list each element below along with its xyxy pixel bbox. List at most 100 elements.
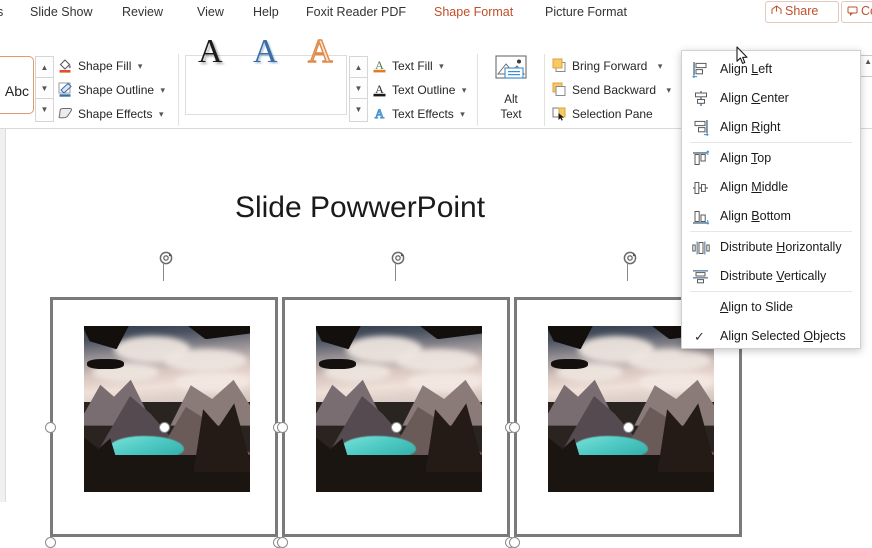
slide-title[interactable]: Slide PowwerPoint — [0, 191, 720, 225]
handle-2-tc[interactable] — [391, 422, 402, 433]
chevron-down-icon[interactable]: ▾ — [439, 55, 444, 77]
pen-outline-icon — [57, 81, 74, 98]
chevron-down-icon[interactable]: ▾ — [159, 103, 164, 125]
menu-item-distribute-horizontally[interactable]: Distribute Horizontally — [682, 233, 860, 262]
selection-pane-icon — [551, 105, 568, 122]
wordart-more-button[interactable]: ▼ — [349, 98, 368, 122]
text-effects-icon: A — [371, 105, 388, 122]
handle-2-tl[interactable] — [277, 422, 288, 433]
menu-item-align-middle[interactable]: Align Middle — [682, 173, 860, 202]
rotation-stem-3 — [627, 264, 629, 281]
menu-item-label: Distribute Vertically — [720, 269, 827, 283]
align-middle-icon — [692, 179, 710, 197]
handle-2-ml[interactable] — [277, 537, 288, 548]
alt-text-image-icon — [492, 55, 530, 91]
chevron-down-icon[interactable]: ▾ — [462, 79, 467, 101]
mouse-cursor — [736, 46, 749, 66]
shape-effects-button[interactable]: Shape Effects ▾ — [57, 103, 164, 125]
text-outline-button[interactable]: A Text Outline ▾ — [371, 79, 466, 101]
handle-1-tl[interactable] — [45, 422, 56, 433]
send-backward-icon — [551, 81, 568, 98]
ribbon-divider — [544, 54, 545, 126]
rotate-handle-1[interactable] — [158, 250, 174, 266]
chevron-down-icon[interactable]: ▾ — [658, 55, 663, 77]
menu-item-label: Align Center — [720, 91, 789, 105]
rotate-handle-2[interactable] — [390, 250, 406, 266]
rotation-stem-1 — [163, 264, 165, 281]
svg-text:A: A — [375, 106, 385, 121]
handle-3-ml[interactable] — [509, 537, 520, 548]
send-backward-button[interactable]: Send Backward ▾ — [551, 79, 671, 101]
menu-item-label: Align Bottom — [720, 209, 791, 223]
tab-review[interactable]: Review — [122, 2, 163, 22]
shape-effects-icon — [57, 105, 74, 122]
handle-1-ml[interactable] — [45, 537, 56, 548]
tab-picture-format[interactable]: Picture Format — [545, 2, 627, 22]
menu-item-align-left[interactable]: Align Left — [682, 55, 860, 84]
bring-forward-icon — [551, 57, 568, 74]
menu-separator — [690, 142, 852, 143]
rotation-stem-2 — [395, 264, 397, 281]
selection-pane-button[interactable]: Selection Pane — [551, 103, 653, 125]
gallery-more-button[interactable]: ▼ — [35, 98, 54, 122]
align-center-icon — [692, 90, 710, 108]
wordart-sample-3[interactable]: A — [307, 33, 333, 70]
height-spinner-up[interactable]: ▲ — [864, 57, 872, 66]
comment-icon — [847, 3, 858, 21]
align-top-icon — [692, 150, 710, 168]
shape-style-sample: Abc — [4, 83, 29, 99]
menu-separator — [690, 231, 852, 232]
alt-text-label-line2: Text — [500, 109, 522, 121]
chevron-down-icon[interactable]: ▾ — [138, 55, 143, 77]
handle-3-tl[interactable] — [509, 422, 520, 433]
chevron-down-icon[interactable]: ▾ — [667, 79, 672, 101]
text-effects-button[interactable]: A Text Effects ▾ — [371, 103, 465, 125]
menu-item-label: Align Middle — [720, 180, 789, 194]
share-button[interactable]: Share — [765, 1, 839, 23]
menu-item-label: Distribute Horizontally — [720, 240, 842, 254]
wordart-sample-1[interactable]: A — [198, 34, 223, 70]
powerpoint-window: s Slide Show Review View Help Foxit Read… — [0, 0, 872, 548]
menu-item-align-top[interactable]: Align Top — [682, 144, 860, 173]
shape-fill-button[interactable]: Shape Fill ▾ — [57, 55, 142, 77]
canvas-left-gutter — [0, 129, 6, 502]
ribbon-divider — [477, 54, 478, 126]
handle-1-tc[interactable] — [159, 422, 170, 433]
chevron-down-icon[interactable]: ▾ — [460, 103, 465, 125]
menu-item-align-bottom[interactable]: Align Bottom — [682, 202, 860, 231]
menu-item-distribute-vertically[interactable]: Distribute Vertically — [682, 262, 860, 291]
align-right-icon — [692, 119, 710, 137]
bring-forward-button[interactable]: Bring Forward ▾ — [551, 55, 662, 77]
comments-button[interactable]: Co — [841, 1, 872, 23]
alt-text-button[interactable]: Alt Text — [487, 54, 535, 122]
picture-1[interactable] — [50, 297, 278, 537]
distribute-horizontal-icon — [692, 239, 710, 257]
menu-item-align-selected-objects[interactable]: ✓ Align Selected Objects — [682, 322, 860, 351]
text-fill-button[interactable]: A Text Fill ▾ — [371, 55, 444, 77]
wordart-sample-2[interactable]: A — [253, 34, 278, 70]
paint-bucket-icon — [57, 57, 74, 74]
chevron-down-icon[interactable]: ▾ — [161, 79, 166, 101]
tab-help[interactable]: Help — [253, 2, 279, 22]
tab-truncated[interactable]: s — [0, 2, 3, 22]
distribute-vertical-icon — [692, 268, 710, 286]
rotate-handle-3[interactable] — [622, 250, 638, 266]
menu-separator — [690, 291, 852, 292]
tab-view[interactable]: View — [197, 2, 224, 22]
menu-item-align-right[interactable]: Align Right — [682, 113, 860, 142]
picture-2-image — [316, 326, 482, 492]
menu-item-label: Align Top — [720, 151, 772, 165]
tab-slide-show[interactable]: Slide Show — [30, 2, 93, 22]
picture-1-image — [84, 326, 250, 492]
shape-styles-gallery[interactable]: Abc — [0, 56, 34, 114]
tab-foxit-reader-pdf[interactable]: Foxit Reader PDF — [306, 2, 406, 22]
tab-shape-format[interactable]: Shape Format — [434, 2, 514, 26]
menu-item-align-center[interactable]: Align Center — [682, 84, 860, 113]
handle-3-tc[interactable] — [623, 422, 634, 433]
shape-outline-button[interactable]: Shape Outline ▾ — [57, 79, 165, 101]
align-dropdown-menu[interactable]: Align Left Align Center Align Right Alig… — [681, 50, 861, 349]
align-bottom-icon — [692, 208, 710, 226]
picture-2[interactable] — [282, 297, 510, 537]
menu-item-label: Align to Slide — [720, 300, 793, 314]
menu-item-align-to-slide[interactable]: Align to Slide — [682, 293, 860, 322]
